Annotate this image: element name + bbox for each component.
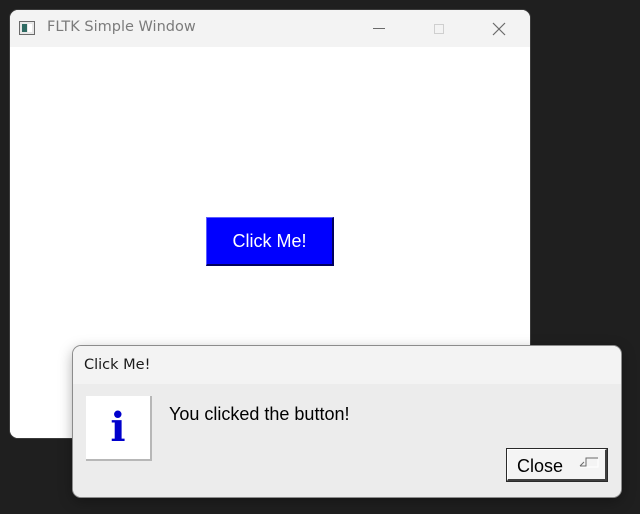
close-icon (492, 22, 506, 35)
close-window-button[interactable] (476, 10, 522, 47)
info-icon: i (86, 396, 152, 461)
close-button-label: Close (517, 456, 564, 476)
maximize-icon (434, 23, 444, 34)
return-key-icon (579, 457, 599, 468)
dialog-title: Click Me! (84, 357, 151, 373)
minimize-icon (373, 28, 385, 29)
dialog-message: You clicked the button! (169, 404, 350, 424)
info-icon-glyph: i (110, 403, 126, 451)
maximize-button[interactable] (416, 10, 462, 47)
dialog-body: i You clicked the button! Close (73, 384, 621, 497)
dialog-title-bar[interactable]: Click Me! (73, 346, 621, 384)
app-icon (19, 21, 35, 35)
close-button[interactable]: Close (506, 448, 608, 482)
window-title: FLTK Simple Window (47, 19, 196, 35)
desktop: FLTK Simple Window Click Me! Click Me! i… (0, 0, 640, 514)
title-bar[interactable]: FLTK Simple Window (10, 10, 530, 47)
minimize-button[interactable] (356, 10, 402, 47)
message-dialog: Click Me! i You clicked the button! Clos… (73, 346, 621, 497)
click-me-button[interactable]: Click Me! (206, 217, 334, 266)
